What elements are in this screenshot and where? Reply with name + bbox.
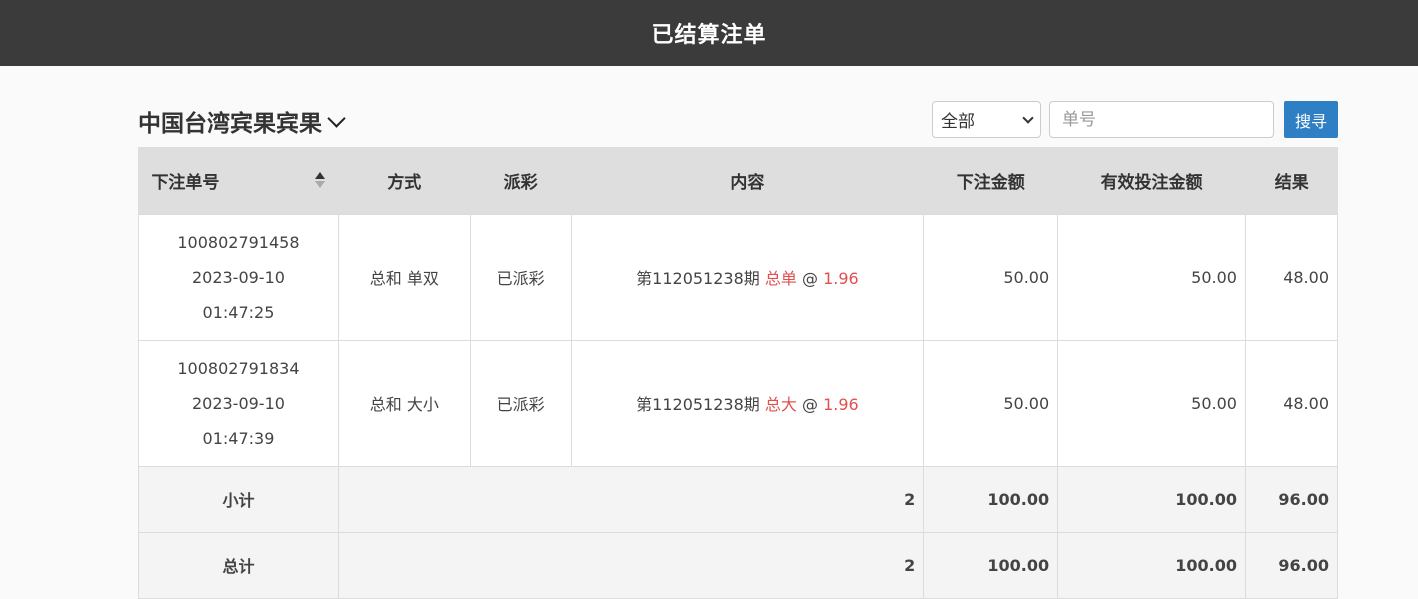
payout-cell: 已派彩 [469,213,572,341]
dropdown-arrow-icon [1022,111,1034,124]
chevron-down-icon [327,108,346,128]
order-cell: 100802791458 2023-09-10 01:47:25 [138,213,339,341]
search-button[interactable]: 搜寻 [1284,101,1338,138]
subtotal-bet-amount: 100.00 [923,465,1059,533]
method-cell: 总和 单双 [337,213,471,341]
page-title: 已结算注单 [651,23,767,48]
subtotal-count: 2 [337,465,925,533]
total-valid-amount: 100.00 [1057,531,1246,599]
col-header-valid-amount: 有效投注金额 [1057,147,1246,214]
order-date: 2023-09-10 [191,267,285,287]
bet-amount-cell: 50.00 [923,213,1059,341]
table-row: 100802791458 2023-09-10 01:47:25 总和 单双 已… [138,213,1339,341]
top-bar: 已结算注单 [0,0,1418,66]
odds: 1.96 [823,269,859,288]
order-number: 100802791834 [177,358,300,378]
result-cell: 48.00 [1244,339,1339,467]
method-cell: 总和 大小 [337,339,471,467]
payout-cell: 已派彩 [469,339,572,467]
subtotal-result: 96.00 [1244,465,1339,533]
col-header-payout: 派彩 [469,147,572,214]
subtotal-row: 小计 2 100.00 100.00 96.00 [138,465,1339,533]
total-label: 总计 [138,531,339,599]
order-number-input[interactable] [1049,101,1274,138]
col-header-order-no[interactable]: 下注单号 [138,147,339,214]
total-bet-amount: 100.00 [923,531,1059,599]
order-time: 01:47:25 [202,302,275,322]
col-header-method: 方式 [337,147,471,214]
period: 第112051238期 [636,395,760,414]
content-cell: 第112051238期 总大 @ 1.96 [570,339,925,467]
order-cell: 100802791834 2023-09-10 01:47:39 [138,339,339,467]
subtotal-label: 小计 [138,465,339,533]
bet-amount-cell: 50.00 [923,339,1059,467]
pick: 总单 [764,269,797,288]
subtotal-valid-amount: 100.00 [1057,465,1246,533]
result-cell: 48.00 [1244,213,1339,341]
toolbar: 中国台湾宾果宾果 全部 搜寻 [138,100,1338,140]
total-row: 总计 2 100.00 100.00 96.00 [138,531,1339,599]
bets-table: 下注单号 方式 派彩 内容 下注金额 有效投注金额 结果 10080279145… [138,147,1339,599]
col-header-result: 结果 [1244,147,1338,214]
lottery-selector[interactable]: 中国台湾宾果宾果 [138,104,346,138]
at-sign: @ [801,395,818,414]
table-row: 100802791834 2023-09-10 01:47:39 总和 大小 已… [138,339,1339,467]
period: 第112051238期 [636,269,760,288]
at-sign: @ [801,269,818,288]
total-count: 2 [337,531,925,599]
col-header-content: 内容 [570,147,924,214]
valid-amount-cell: 50.00 [1057,213,1246,341]
odds: 1.96 [823,395,859,414]
filter-selected-value: 全部 [941,112,975,132]
content-cell: 第112051238期 总单 @ 1.96 [570,213,925,341]
order-number: 100802791458 [177,232,300,252]
table-header-row: 下注单号 方式 派彩 内容 下注金额 有效投注金额 结果 [138,147,1338,214]
valid-amount-cell: 50.00 [1057,339,1246,467]
order-time: 01:47:39 [202,428,275,448]
filter-select[interactable]: 全部 [932,101,1041,138]
order-date: 2023-09-10 [191,393,285,413]
total-result: 96.00 [1244,531,1339,599]
col-header-bet-amount: 下注金额 [923,147,1058,214]
sort-icon[interactable] [315,171,326,188]
pick: 总大 [764,395,797,414]
lottery-name: 中国台湾宾果宾果 [138,111,322,137]
